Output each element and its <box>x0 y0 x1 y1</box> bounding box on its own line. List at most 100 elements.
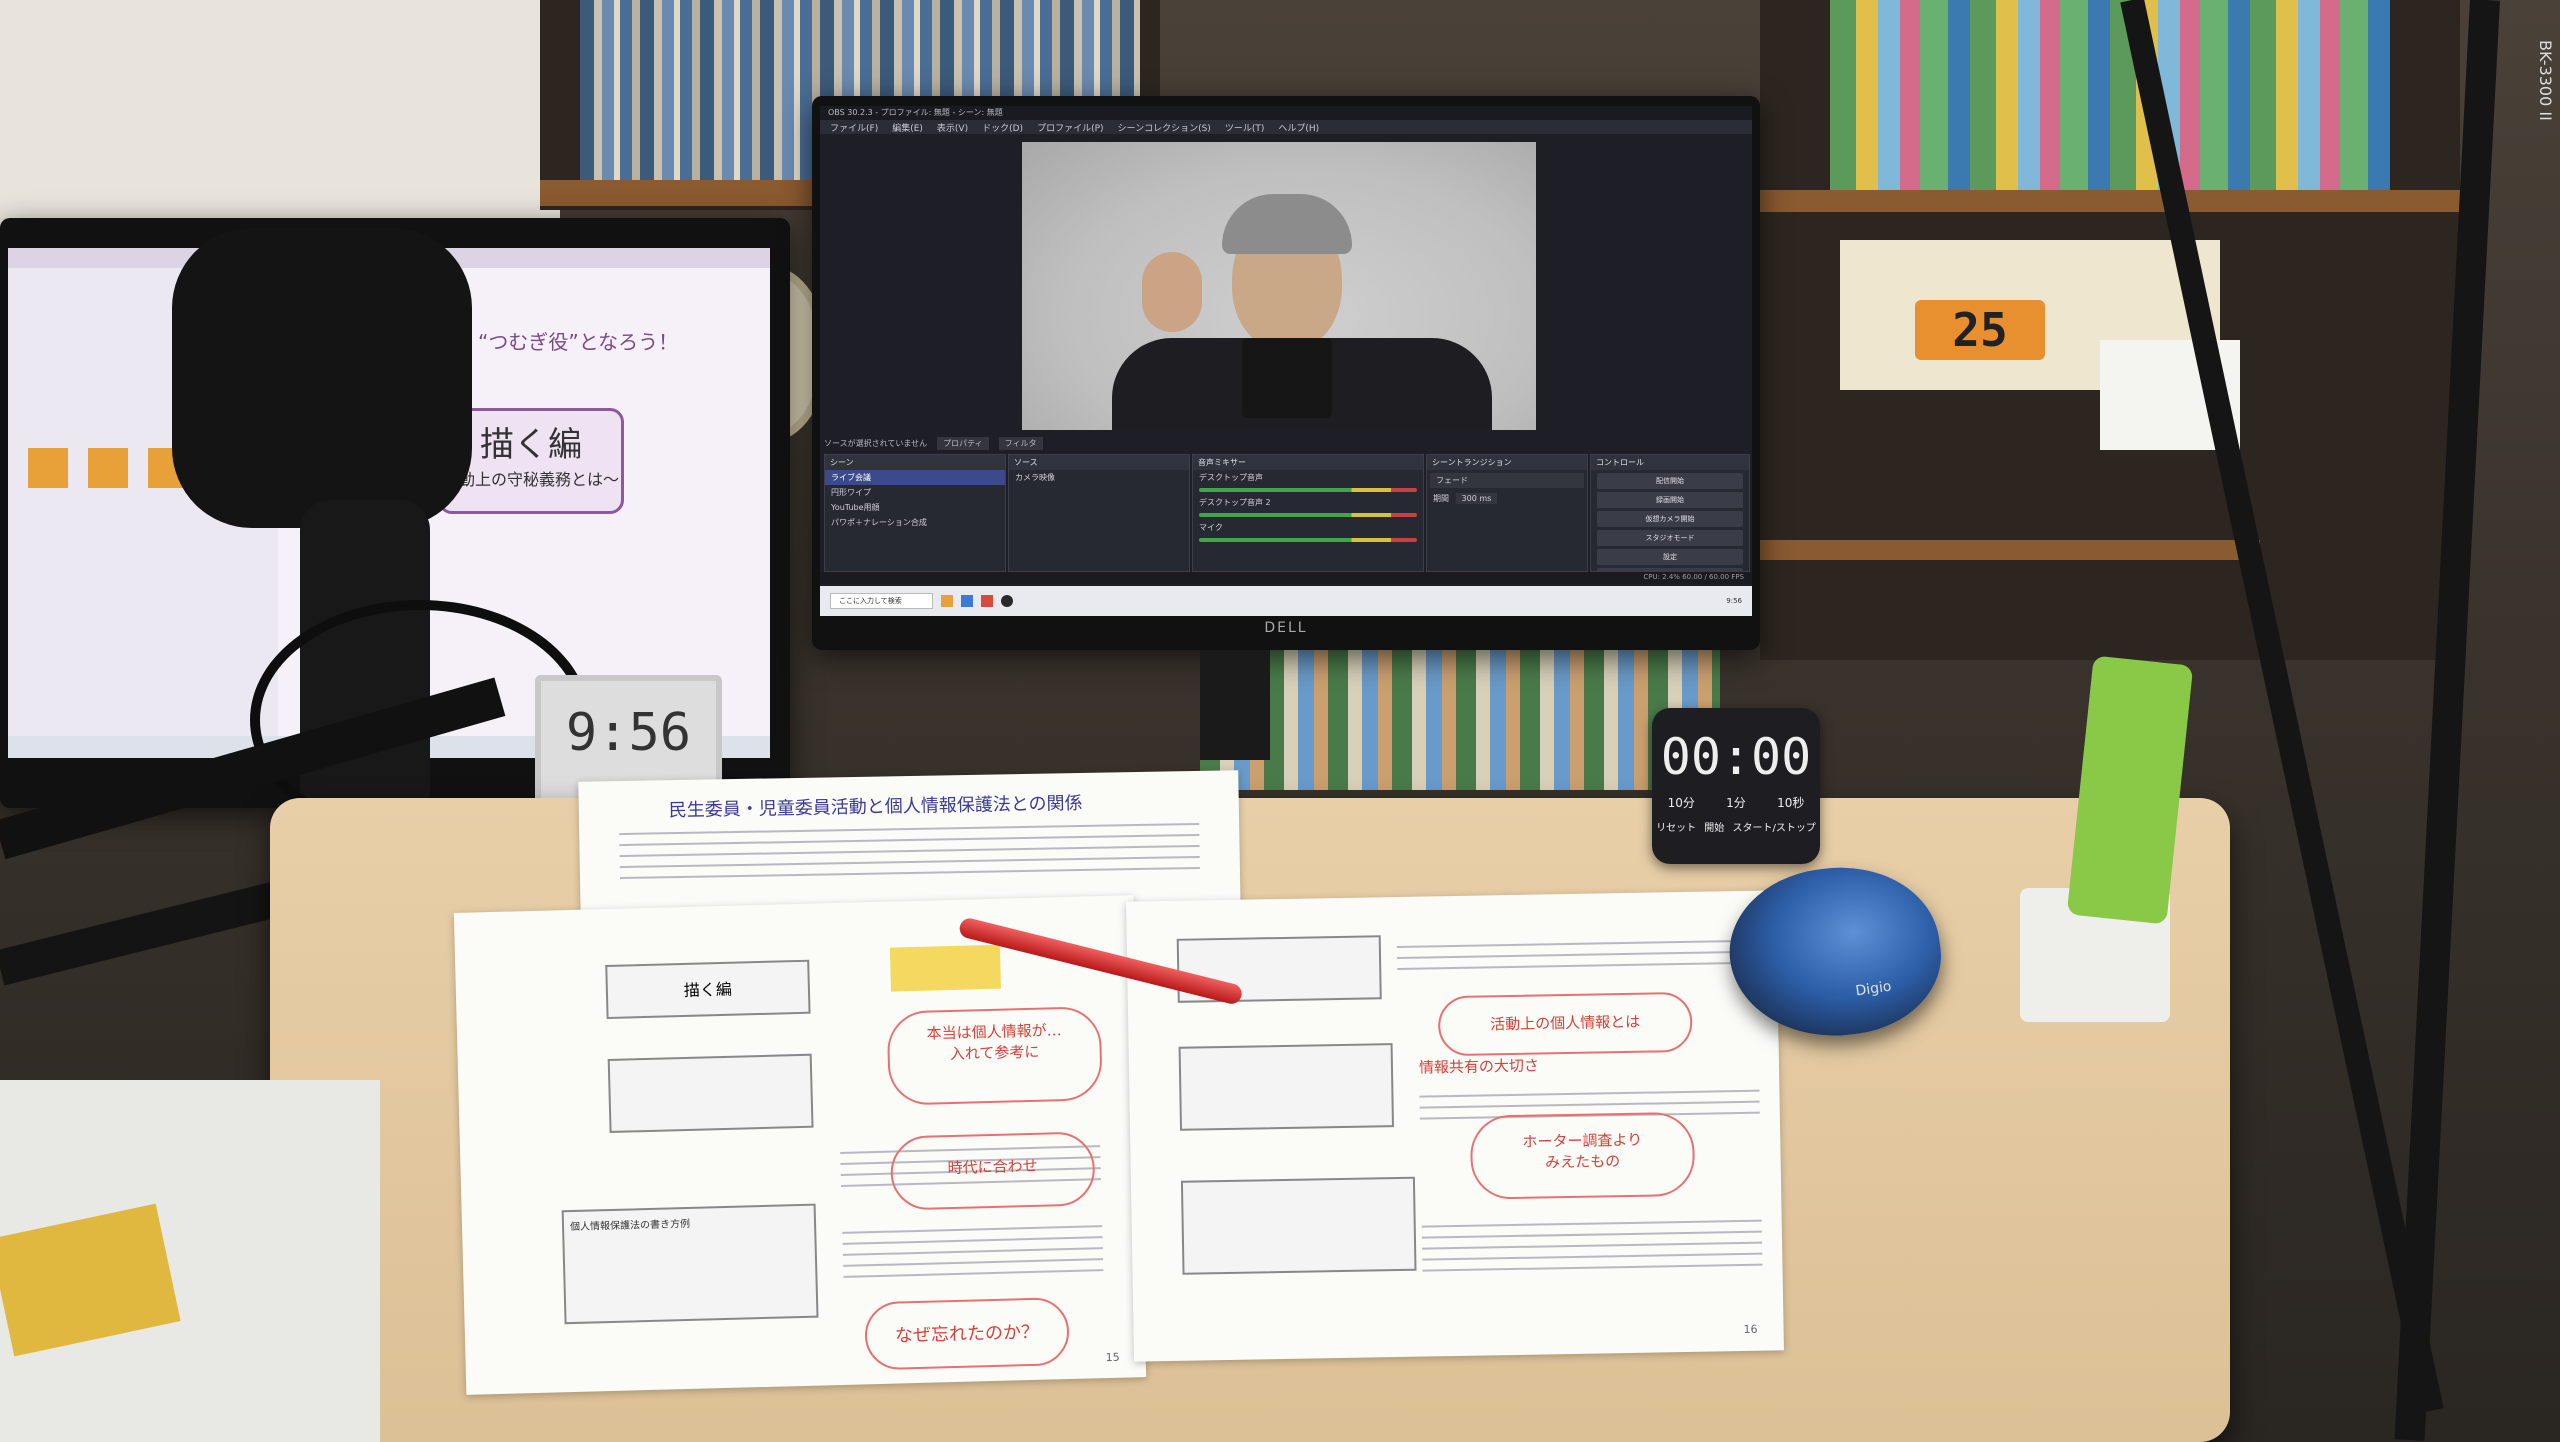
handwritten-note: みえたもの <box>1544 1152 1621 1172</box>
menu-item[interactable]: ドック(D) <box>982 121 1023 134</box>
mixer-panel: 音声ミキサー デスクトップ音声 デスクトップ音声 2 マイク <box>1192 454 1424 572</box>
scene-item[interactable]: パワポ＋ナレーション合成 <box>825 515 1005 530</box>
controls-panel: コントロール 配信開始録画開始仮想カメラ開始スタジオモード設定終了 <box>1590 454 1750 584</box>
handwritten-note: なぜ忘れたのか？ <box>894 1321 1040 1347</box>
transition-duration-row: 期間 300 ms <box>1427 491 1587 506</box>
taskbar-search-input[interactable]: ここに入力して検索 <box>830 593 933 609</box>
handwritten-note: 時代に合わせ <box>947 1156 1038 1178</box>
mixer-channel-label: デスクトップ音声 <box>1199 473 1263 482</box>
menu-item[interactable]: ツール(T) <box>1225 121 1265 134</box>
volume-meter[interactable] <box>1199 538 1417 542</box>
document-sheet-left: 描く編 本当は個人情報が… 入れて参考に 時代に合わせ 個人情報保護法の書き方例… <box>453 895 1147 1395</box>
handwritten-note: 入れて参考に <box>949 1042 1040 1064</box>
slide-thumbnail <box>1178 1043 1395 1131</box>
handwritten-note: 情報共有の大切さ <box>1418 1056 1540 1077</box>
photo-scene: 25 “つむぎ役”となろう！ 描く編 活動上の守秘義務とは〜 9:56 OBS … <box>0 0 2560 1442</box>
volume-meter[interactable] <box>1199 488 1417 492</box>
page-number: 16 <box>1743 1322 1758 1336</box>
thumbnail-caption: 個人情報保護法の書き方例 <box>569 1218 691 1234</box>
control-button[interactable]: 録画開始 <box>1597 492 1743 508</box>
source-item[interactable]: カメラ映像 <box>1009 470 1189 485</box>
shelf-board-lower <box>1760 540 2260 560</box>
clock-display: 9:56 <box>565 703 692 763</box>
controls-title: コントロール <box>1591 455 1749 470</box>
sheet-title: 民生委員・児童委員活動と個人情報保護法との関係 <box>668 792 1083 822</box>
transitions-title: シーントランジション <box>1427 455 1587 470</box>
document-sheet-right: 活動上の個人情報とは 情報共有の大切さ ホーター調査より みえたもの 16 <box>1126 890 1784 1362</box>
timer-button[interactable]: スタート/ストップ <box>1733 819 1816 834</box>
control-button[interactable]: 配信開始 <box>1597 473 1743 489</box>
binders-right <box>1830 0 2390 190</box>
menu-item[interactable]: 編集(E) <box>892 121 923 134</box>
volume-meter[interactable] <box>1199 513 1417 517</box>
timer-button[interactable]: 10秒 <box>1777 794 1804 811</box>
annotation-cloud: ホーター調査より みえたもの <box>1469 1111 1696 1200</box>
obs-window: OBS 30.2.3 - プロファイル: 無題 - シーン: 無題 ファイル(F… <box>820 106 1752 616</box>
annotation-cloud: 活動上の個人情報とは <box>1437 991 1693 1057</box>
properties-button[interactable]: プロパティ <box>937 436 989 450</box>
lined-area <box>1396 931 1748 979</box>
browser-icon[interactable] <box>960 595 973 607</box>
sources-panel: ソース カメラ映像 <box>1008 454 1190 572</box>
handwritten-note: 活動上の個人情報とは <box>1490 1012 1641 1034</box>
date-calendar-block: 25 <box>1915 300 2045 360</box>
obs-monitor: OBS 30.2.3 - プロファイル: 無題 - シーン: 無題 ファイル(F… <box>812 96 1760 650</box>
thumbnail-title: 描く編 <box>683 979 733 1000</box>
menu-item[interactable]: シーンコレクション(S) <box>1118 121 1211 134</box>
thumbs-up-hand <box>1142 252 1202 332</box>
windows-taskbar: ここに入力して検索 9:56 <box>820 586 1752 616</box>
annotation-cloud: 本当は個人情報が… 入れて参考に <box>886 1006 1103 1106</box>
low-shelf-books <box>1200 650 1720 790</box>
control-button[interactable]: 設定 <box>1597 549 1743 565</box>
tripod-label: BK-3300 II <box>2536 40 2555 121</box>
obs-preview <box>1022 142 1536 430</box>
scene-item[interactable]: YouTube用顔 <box>825 500 1005 515</box>
timer-button[interactable]: 1分 <box>1726 794 1746 811</box>
smartphone <box>1242 338 1332 418</box>
scenes-panel: シーン ライブ会議 円形ワイプ YouTube用顔 パワポ＋ナレーション合成 <box>824 454 1006 572</box>
menu-item[interactable]: 表示(V) <box>937 121 968 134</box>
sticky-note <box>889 944 1001 992</box>
scene-item[interactable]: 円形ワイプ <box>825 485 1005 500</box>
menu-item[interactable]: ヘルプ(H) <box>1278 121 1319 134</box>
timer-buttons-lower: リセット 開始 スタート/ストップ <box>1652 819 1820 834</box>
obs-status-bar: CPU: 2.4% 60.00 / 60.00 FPS <box>820 572 1752 584</box>
taskbar-clock: 9:56 <box>1726 597 1742 605</box>
obs-menubar: ファイル(F) 編集(E) 表示(V) ドック(D) プロファイル(P) シーンコレクショ… <box>820 120 1752 134</box>
slide-thumbnail <box>1180 1176 1417 1275</box>
mixer-title: 音声ミキサー <box>1193 455 1423 470</box>
lined-area <box>842 1216 1104 1287</box>
menu-item[interactable]: ファイル(F) <box>830 121 878 134</box>
control-button[interactable]: 仮想カメラ開始 <box>1597 511 1743 527</box>
timer-button[interactable]: 10分 <box>1668 794 1695 811</box>
folder-icon <box>28 448 68 488</box>
no-source-label: ソースが選択されていません <box>824 438 928 448</box>
monitor-logo: DELL <box>1264 620 1308 636</box>
timer-button[interactable]: 開始 <box>1704 819 1724 834</box>
transitions-panel: シーントランジション フェード 期間 300 ms <box>1426 454 1588 572</box>
scene-item[interactable]: ライブ会議 <box>825 470 1005 485</box>
timer-button[interactable]: リセット <box>1656 819 1696 834</box>
app-icon[interactable] <box>980 595 993 607</box>
slide-thumbnail: 個人情報保護法の書き方例 <box>561 1203 819 1325</box>
lined-area <box>1421 1211 1763 1281</box>
mixer-channel-label: マイク <box>1199 523 1223 532</box>
obs-icon[interactable] <box>1000 595 1013 607</box>
mouse-logo: Digio <box>1854 978 1893 1000</box>
wall-left <box>0 0 560 240</box>
monitor-stand <box>1200 650 1270 760</box>
slide-thumbnail <box>607 1053 814 1133</box>
folder-icon <box>88 448 128 488</box>
menu-item[interactable]: プロファイル(P) <box>1037 121 1103 134</box>
duration-input[interactable]: 300 ms <box>1455 493 1498 504</box>
microphone-windscreen <box>172 228 472 528</box>
kitchen-timer: 00:00 10分 1分 10秒 リセット 開始 スタート/ストップ <box>1652 708 1820 864</box>
filters-button[interactable]: フィルタ <box>998 436 1043 450</box>
obs-titlebar: OBS 30.2.3 - プロファイル: 無題 - シーン: 無題 <box>820 106 1752 120</box>
control-button[interactable]: スタジオモード <box>1597 530 1743 546</box>
sources-title: ソース <box>1009 455 1189 470</box>
scenes-title: シーン <box>825 455 1005 470</box>
annotation-cloud: なぜ忘れたのか？ <box>864 1297 1070 1371</box>
folder-icon[interactable] <box>940 595 953 607</box>
transition-select[interactable]: フェード <box>1430 473 1584 488</box>
